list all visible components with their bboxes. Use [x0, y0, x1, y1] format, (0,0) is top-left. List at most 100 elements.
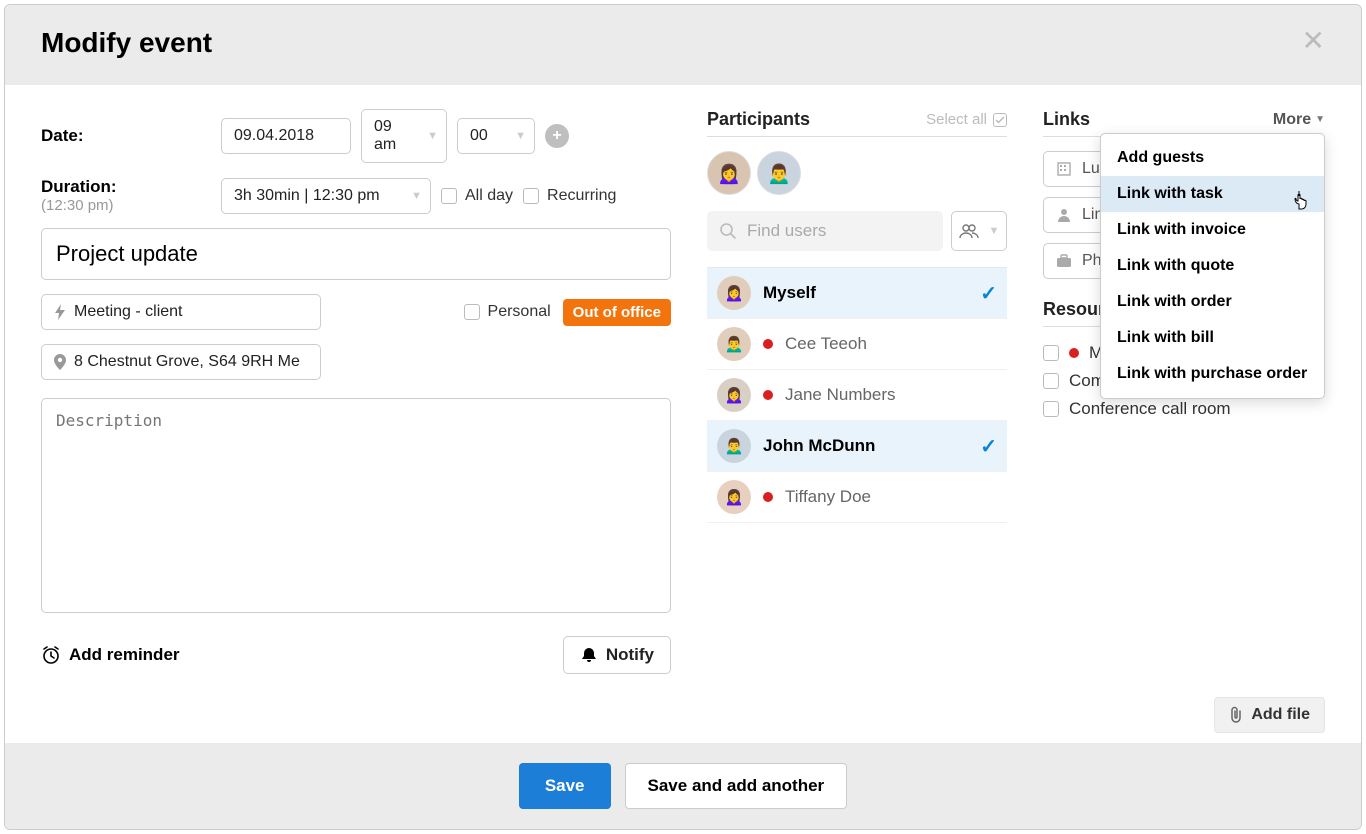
checkbox-icon — [523, 188, 539, 204]
select-all-label: Select all — [926, 111, 987, 128]
status-dot-icon — [1069, 348, 1079, 358]
event-title-input[interactable] — [41, 228, 671, 280]
status-dot-icon — [763, 492, 773, 502]
notify-button[interactable]: Notify — [563, 636, 671, 674]
description-wrap — [41, 398, 671, 636]
date-input[interactable]: 09.04.2018 — [221, 118, 351, 154]
meeting-type-value: Meeting - client — [74, 303, 183, 321]
minute-select[interactable]: 00 ▼ — [457, 118, 535, 154]
check-icon: ✓ — [980, 434, 997, 459]
add-reminder-button[interactable]: Add reminder — [41, 645, 180, 665]
avatar: 🙍‍♂️ — [717, 327, 751, 361]
participant-item[interactable]: 🙍‍♀️ Myself ✓ — [707, 268, 1007, 319]
bolt-icon — [54, 304, 66, 320]
resource-name: Conference call room — [1069, 399, 1231, 419]
avatar: 🙍‍♀️ — [717, 480, 751, 514]
links-title: Links — [1043, 109, 1090, 130]
participant-item[interactable]: 🙍‍♀️ Jane Numbers — [707, 370, 1007, 421]
dropdown-item-link-order[interactable]: Link with order — [1101, 284, 1324, 320]
location-value: 8 Chestnut Grove, S64 9RH Me — [74, 353, 300, 371]
dropdown-item-add-guests[interactable]: Add guests — [1101, 140, 1324, 176]
checkbox-icon — [441, 188, 457, 204]
checkbox-checked-icon — [993, 113, 1007, 127]
selected-avatars: 🙍‍♀️ 🙍‍♂️ — [707, 151, 1007, 195]
participant-list: 🙍‍♀️ Myself ✓ 🙍‍♂️ Cee Teeoh 🙍‍♀️ Jane N… — [707, 267, 1007, 523]
dropdown-item-link-invoice[interactable]: Link with invoice — [1101, 212, 1324, 248]
date-row: Date: 09.04.2018 09 am ▼ 00 ▼ + — [41, 109, 671, 163]
add-file-button[interactable]: Add file — [1214, 697, 1325, 733]
chevron-down-icon: ▼ — [427, 130, 438, 142]
participants-header: Participants Select all — [707, 109, 1007, 137]
add-time-icon[interactable]: + — [545, 124, 569, 148]
status-dot-icon — [763, 390, 773, 400]
modify-event-modal: Modify event ✕ Date: 09.04.2018 09 am ▼ … — [4, 4, 1362, 830]
participant-item[interactable]: 🙍‍♂️ Cee Teeoh — [707, 319, 1007, 370]
participant-item[interactable]: 🙍‍♂️ John McDunn ✓ — [707, 421, 1007, 472]
bell-icon — [580, 646, 598, 664]
links-column: Links More ▼ Lum Link — [1043, 109, 1325, 687]
duration-select[interactable]: 3h 30min | 12:30 pm ▼ — [221, 178, 431, 214]
add-reminder-label: Add reminder — [69, 645, 180, 665]
date-value: 09.04.2018 — [234, 127, 314, 145]
chevron-down-icon: ▼ — [989, 225, 1000, 237]
briefcase-icon — [1056, 253, 1072, 269]
checkbox-icon — [1043, 345, 1059, 361]
hour-value: 09 am — [374, 118, 413, 154]
select-all-button[interactable]: Select all — [926, 111, 1007, 128]
find-users-placeholder: Find users — [747, 221, 826, 241]
duration-label: Duration: (12:30 pm) — [41, 177, 211, 214]
date-label: Date: — [41, 126, 211, 146]
out-of-office-badge[interactable]: Out of office — [563, 299, 671, 326]
more-dropdown: Add guests Link with task Link with invo… — [1100, 133, 1325, 399]
close-icon[interactable]: ✕ — [1302, 27, 1325, 55]
participant-search-row: Find users ▼ — [707, 211, 1007, 251]
dropdown-item-link-purchase-order[interactable]: Link with purchase order — [1101, 356, 1324, 392]
pin-icon — [54, 354, 66, 370]
hour-select[interactable]: 09 am ▼ — [361, 109, 447, 163]
participant-name: Jane Numbers — [785, 385, 997, 405]
participant-name: Tiffany Doe — [785, 487, 997, 507]
avatar[interactable]: 🙍‍♀️ — [707, 151, 751, 195]
modal-body: Date: 09.04.2018 09 am ▼ 00 ▼ + Duration… — [5, 85, 1361, 697]
check-icon: ✓ — [980, 281, 997, 306]
avatar: 🙍‍♀️ — [717, 276, 751, 310]
cursor-icon — [1292, 190, 1310, 210]
meeting-type-input[interactable]: Meeting - client — [41, 294, 321, 330]
checkbox-icon — [1043, 373, 1059, 389]
chevron-down-icon: ▼ — [411, 190, 422, 202]
modal-header: Modify event ✕ — [5, 5, 1361, 85]
all-day-label: All day — [465, 187, 513, 205]
duration-value: 3h 30min | 12:30 pm — [234, 187, 380, 205]
dropdown-item-link-quote[interactable]: Link with quote — [1101, 248, 1324, 284]
avatar: 🙍‍♀️ — [717, 378, 751, 412]
more-label: More — [1273, 111, 1311, 129]
participants-column: Participants Select all 🙍‍♀️ 🙍‍♂️ F — [707, 109, 1007, 687]
duration-row: Duration: (12:30 pm) 3h 30min | 12:30 pm… — [41, 177, 671, 214]
group-select-button[interactable]: ▼ — [951, 211, 1007, 251]
type-row: Meeting - client Personal Out of office — [41, 294, 671, 330]
people-icon — [959, 223, 979, 239]
dropdown-item-link-bill[interactable]: Link with bill — [1101, 320, 1324, 356]
personal-checkbox[interactable]: Personal — [464, 303, 551, 321]
find-users-input[interactable]: Find users — [707, 211, 943, 251]
status-dot-icon — [763, 339, 773, 349]
all-day-checkbox[interactable]: All day — [441, 187, 513, 205]
notify-label: Notify — [606, 645, 654, 665]
avatar[interactable]: 🙍‍♂️ — [757, 151, 801, 195]
dropdown-item-link-task[interactable]: Link with task — [1101, 176, 1324, 212]
save-add-another-button[interactable]: Save and add another — [625, 763, 848, 809]
add-file-row: Add file — [5, 697, 1361, 743]
checkbox-icon — [1043, 401, 1059, 417]
search-icon — [719, 222, 737, 240]
recurring-label: Recurring — [547, 187, 616, 205]
location-input[interactable]: 8 Chestnut Grove, S64 9RH Me — [41, 344, 321, 380]
recurring-checkbox[interactable]: Recurring — [523, 187, 616, 205]
event-details-column: Date: 09.04.2018 09 am ▼ 00 ▼ + Duration… — [41, 109, 671, 687]
resource-item[interactable]: Conference call room — [1043, 395, 1325, 423]
more-button[interactable]: More ▼ — [1273, 111, 1325, 129]
description-input[interactable] — [41, 398, 671, 613]
participant-item[interactable]: 🙍‍♀️ Tiffany Doe — [707, 472, 1007, 523]
minute-value: 00 — [470, 127, 488, 145]
duration-sublabel: (12:30 pm) — [41, 197, 211, 214]
save-button[interactable]: Save — [519, 763, 611, 809]
